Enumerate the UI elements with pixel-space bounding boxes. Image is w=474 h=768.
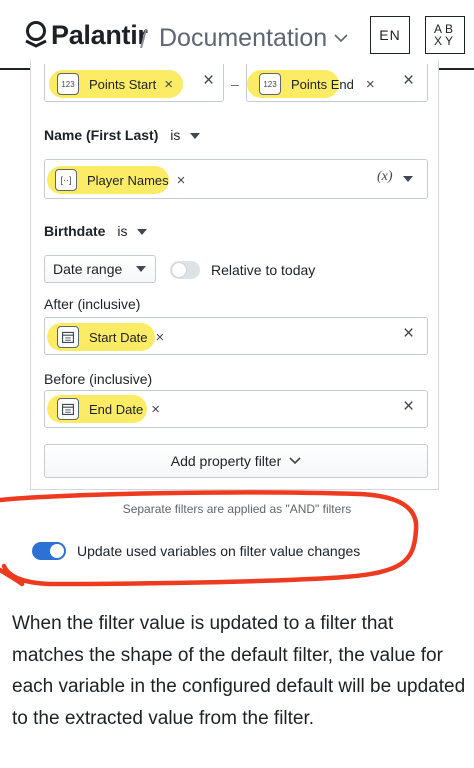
caret-down-icon[interactable] xyxy=(190,133,201,140)
points-end-label: Points End xyxy=(291,76,354,92)
brand-name: Palantir xyxy=(51,20,148,50)
caret-down-icon xyxy=(136,266,147,272)
remove-tag-icon[interactable]: × xyxy=(366,76,375,93)
separate-filters-note: Separate filters are applied as "AND" fi… xyxy=(122,502,352,516)
remove-tag-icon[interactable]: × xyxy=(156,329,165,346)
chevron-down-icon[interactable] xyxy=(334,33,348,43)
number-type-icon: 123 xyxy=(259,73,281,95)
string-type-icon: [··] xyxy=(55,169,77,191)
calendar-icon xyxy=(57,398,79,420)
calendar-icon xyxy=(57,326,79,348)
translate-icon-bottom: XY xyxy=(433,34,456,48)
number-type-icon: 123 xyxy=(57,73,79,95)
clear-icon[interactable]: × xyxy=(403,323,414,345)
remove-tag-icon[interactable]: × xyxy=(164,76,173,93)
name-filter-field[interactable]: [··] Player Names × (x) xyxy=(44,159,428,199)
chevron-down-icon xyxy=(289,457,301,465)
clear-icon[interactable]: × xyxy=(403,70,414,92)
date-mode-select[interactable]: Date range xyxy=(44,255,156,283)
points-start-label: Points Start xyxy=(89,76,157,92)
relative-to-today-toggle[interactable] xyxy=(170,261,200,279)
before-date-field[interactable]: End Date × × xyxy=(44,390,428,428)
name-operator[interactable]: is xyxy=(170,127,180,143)
birthdate-filter-heading: Birthdate is xyxy=(44,223,148,239)
before-label: Before (inclusive) xyxy=(44,371,153,387)
points-start-field[interactable]: 123 Points Start × × xyxy=(44,64,224,102)
breadcrumb-documentation[interactable]: Documentation xyxy=(159,24,327,53)
description-paragraph: When the filter value is updated to a fi… xyxy=(12,613,466,729)
points-start-tag[interactable]: 123 Points Start × xyxy=(57,70,173,98)
after-date-field[interactable]: Start Date × × xyxy=(44,317,428,355)
name-filter-title: Name (First Last) xyxy=(44,127,159,143)
player-names-tag[interactable]: [··] Player Names × xyxy=(55,166,185,194)
remove-tag-icon[interactable]: × xyxy=(151,401,160,418)
breadcrumb-separator: / xyxy=(140,24,148,54)
add-property-filter-button[interactable]: Add property filter xyxy=(44,444,428,478)
update-variables-label: Update used variables on filter value ch… xyxy=(77,543,361,559)
brand-logo-link[interactable]: Palantir xyxy=(24,20,148,51)
caret-down-icon[interactable] xyxy=(137,229,148,236)
date-mode-value: Date range xyxy=(53,261,123,277)
start-date-label: Start Date xyxy=(89,329,148,345)
birthdate-filter-title: Birthdate xyxy=(44,223,106,239)
relative-to-today-label: Relative to today xyxy=(211,262,316,278)
palantir-logo-icon xyxy=(25,20,47,47)
player-names-label: Player Names xyxy=(87,172,169,188)
start-date-tag[interactable]: Start Date × xyxy=(57,323,164,351)
points-end-tag[interactable]: 123 Points End × xyxy=(259,70,375,98)
clear-icon[interactable]: × xyxy=(403,396,414,418)
update-variables-toggle[interactable] xyxy=(32,542,66,560)
birthdate-operator[interactable]: is xyxy=(117,223,127,239)
range-dash: – xyxy=(231,76,239,92)
after-label: After (inclusive) xyxy=(44,296,141,312)
variable-icon[interactable]: (x) xyxy=(377,169,393,185)
name-filter-heading: Name (First Last) is xyxy=(44,127,201,143)
points-end-field[interactable]: 123 Points End × × xyxy=(246,64,428,102)
end-date-label: End Date xyxy=(89,401,144,417)
remove-tag-icon[interactable]: × xyxy=(177,172,186,189)
language-button[interactable]: EN xyxy=(370,16,410,54)
translate-icon-button[interactable]: AB XY xyxy=(425,16,465,54)
caret-down-icon[interactable] xyxy=(403,176,413,182)
clear-icon[interactable]: × xyxy=(203,70,214,92)
add-property-filter-label: Add property filter xyxy=(170,453,282,469)
end-date-tag[interactable]: End Date × xyxy=(57,395,160,423)
